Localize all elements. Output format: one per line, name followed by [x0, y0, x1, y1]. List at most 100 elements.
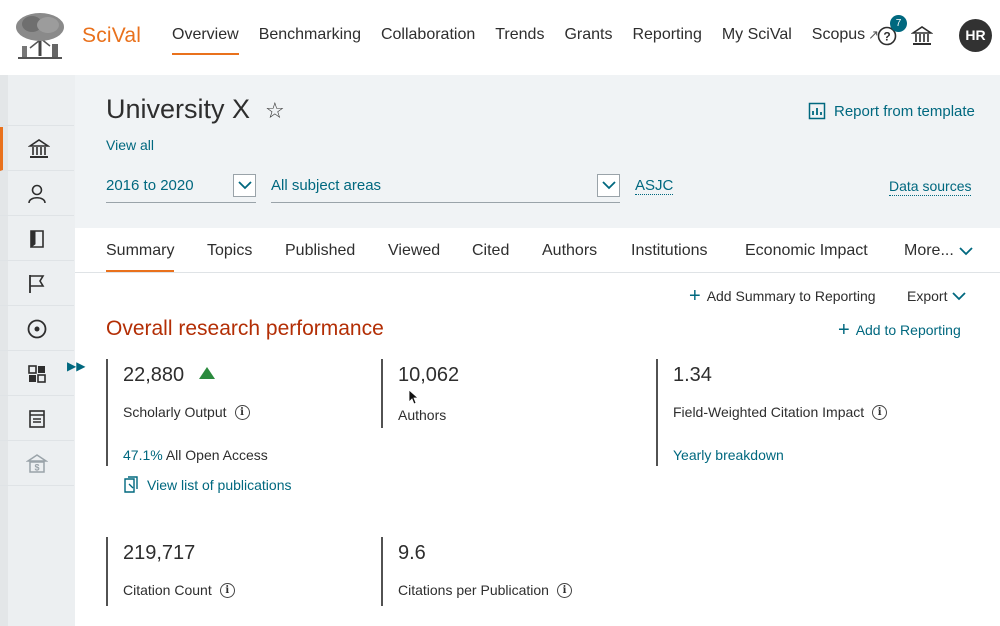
metric-divider — [381, 537, 383, 606]
asjc-link[interactable]: ASJC — [635, 177, 674, 195]
brand-name[interactable]: SciVal — [82, 24, 141, 48]
funding-icon: $ — [26, 453, 48, 473]
plus-icon: + — [838, 319, 850, 341]
institution-icon[interactable] — [911, 25, 933, 47]
tab-published[interactable]: Published — [285, 242, 355, 260]
plus-icon: + — [689, 285, 701, 307]
sidebar-item-journals[interactable] — [0, 397, 74, 441]
fwci-label-text: Field-Weighted Citation Impact — [673, 404, 865, 420]
chevron-down-icon — [959, 246, 973, 255]
scholarly-output-label: Scholarly Output i — [123, 404, 250, 420]
nav-reporting[interactable]: Reporting — [632, 26, 701, 55]
sidebar-item-publication-sets[interactable] — [0, 217, 74, 261]
subject-area-dropdown[interactable]: All subject areas — [271, 171, 620, 203]
top-navigation: SciVal Overview Benchmarking Collaborati… — [0, 0, 1000, 75]
data-sources-link[interactable]: Data sources — [889, 178, 972, 196]
citations-per-publication-value: 9.6 — [398, 542, 426, 564]
info-icon[interactable]: i — [872, 404, 888, 420]
sidebar-item-spacer — [0, 82, 74, 126]
tab-more[interactable]: More... — [904, 242, 973, 260]
mouse-cursor-icon — [408, 389, 419, 405]
open-access-label: All Open Access — [165, 447, 268, 463]
view-all-link[interactable]: View all — [106, 137, 154, 153]
nav-overview[interactable]: Overview — [172, 26, 239, 55]
subject-area-value: All subject areas — [271, 177, 382, 194]
year-range-value: 2016 to 2020 — [106, 177, 194, 194]
metric-divider — [106, 359, 108, 466]
view-list-label: View list of publications — [147, 476, 292, 493]
metric-divider — [656, 359, 658, 466]
researcher-icon — [28, 184, 46, 203]
authors-label: Authors — [398, 407, 447, 423]
nav-trends[interactable]: Trends — [495, 26, 544, 55]
citations-per-publication-label: Citations per Publication i — [398, 582, 572, 598]
chevron-down-icon[interactable] — [597, 174, 620, 197]
sidebar-item-groups[interactable] — [0, 352, 74, 396]
sidebar-item-countries[interactable] — [0, 262, 74, 306]
nav-scopus-label: Scopus — [811, 26, 866, 43]
scholarly-output-value: 22,880 — [123, 364, 185, 386]
report-from-template-button[interactable]: Report from template — [808, 102, 975, 120]
notification-badge: 7 — [890, 15, 907, 32]
chevron-down-icon[interactable] — [233, 174, 256, 197]
svg-text:$: $ — [34, 462, 39, 472]
metric-divider — [381, 359, 383, 428]
tab-cited[interactable]: Cited — [472, 242, 509, 260]
sidebar-item-funding[interactable]: $ — [0, 442, 74, 486]
info-icon[interactable]: i — [234, 404, 250, 420]
export-label: Export — [907, 288, 948, 304]
tab-summary[interactable]: Summary — [106, 242, 175, 272]
document-list-icon — [124, 476, 138, 493]
publication-set-icon — [30, 229, 44, 248]
chevron-down-icon — [952, 291, 967, 300]
citation-count-label: Citation Count i — [123, 582, 235, 598]
dashboard-grid-icon — [28, 364, 46, 383]
nav-benchmarking[interactable]: Benchmarking — [259, 26, 361, 55]
tab-authors[interactable]: Authors — [542, 242, 597, 260]
report-chart-icon — [808, 102, 826, 120]
add-summary-to-reporting-button[interactable]: + Add Summary to Reporting — [689, 285, 876, 307]
nav-my-scival[interactable]: My SciVal — [722, 26, 792, 55]
expand-sidebar-icon[interactable]: ▶▶ — [67, 359, 85, 373]
elsevier-logo — [12, 10, 68, 60]
citation-count-value: 219,717 — [123, 542, 196, 564]
fwci-value: 1.34 — [673, 364, 712, 386]
nav-grants[interactable]: Grants — [564, 26, 612, 55]
fwci-label: Field-Weighted Citation Impact i — [673, 404, 888, 420]
add-to-reporting-label: Add to Reporting — [855, 322, 961, 338]
main-nav: Overview Benchmarking Collaboration Tren… — [172, 26, 899, 55]
nav-scopus[interactable]: Scopus ↗ — [812, 26, 879, 55]
authors-value: 10,062 — [398, 364, 460, 386]
svg-text:?: ? — [883, 30, 890, 44]
institution-icon — [27, 138, 50, 158]
add-to-reporting-button[interactable]: + Add to Reporting — [838, 319, 961, 341]
year-range-dropdown[interactable]: 2016 to 2020 — [106, 171, 256, 203]
trend-up-icon — [199, 367, 215, 379]
view-list-of-publications-link[interactable]: View list of publications — [123, 476, 291, 493]
scholarly-output-label-text: Scholarly Output — [123, 404, 227, 420]
tab-topics[interactable]: Topics — [207, 242, 252, 260]
topic-icon — [27, 319, 47, 338]
report-from-template-label: Report from template — [834, 102, 975, 120]
tab-viewed[interactable]: Viewed — [388, 242, 440, 260]
sidebar-item-institutions[interactable] — [0, 127, 74, 171]
sidebar-item-topics[interactable] — [0, 307, 74, 351]
tab-economic-impact[interactable]: Economic Impact — [745, 242, 868, 260]
open-access-stat: 47.1% All Open Access — [123, 447, 268, 463]
user-avatar[interactable]: HR — [959, 19, 992, 52]
section-title: Overall research performance — [106, 317, 384, 340]
nav-collaboration[interactable]: Collaboration — [381, 26, 475, 55]
info-icon[interactable]: i — [219, 582, 235, 598]
country-flag-icon — [29, 274, 45, 293]
metric-divider — [106, 537, 108, 606]
tab-institutions[interactable]: Institutions — [631, 242, 707, 260]
info-icon[interactable]: i — [556, 582, 572, 598]
favorite-star-icon[interactable]: ☆ — [265, 98, 285, 124]
export-dropdown[interactable]: Export — [907, 288, 967, 304]
sidebar-item-researchers[interactable] — [0, 172, 74, 216]
open-access-percent[interactable]: 47.1% — [123, 447, 163, 463]
page-title: University X — [106, 94, 251, 124]
tab-more-label: More... — [904, 242, 954, 259]
journal-icon — [29, 409, 45, 428]
yearly-breakdown-link[interactable]: Yearly breakdown — [673, 447, 784, 463]
